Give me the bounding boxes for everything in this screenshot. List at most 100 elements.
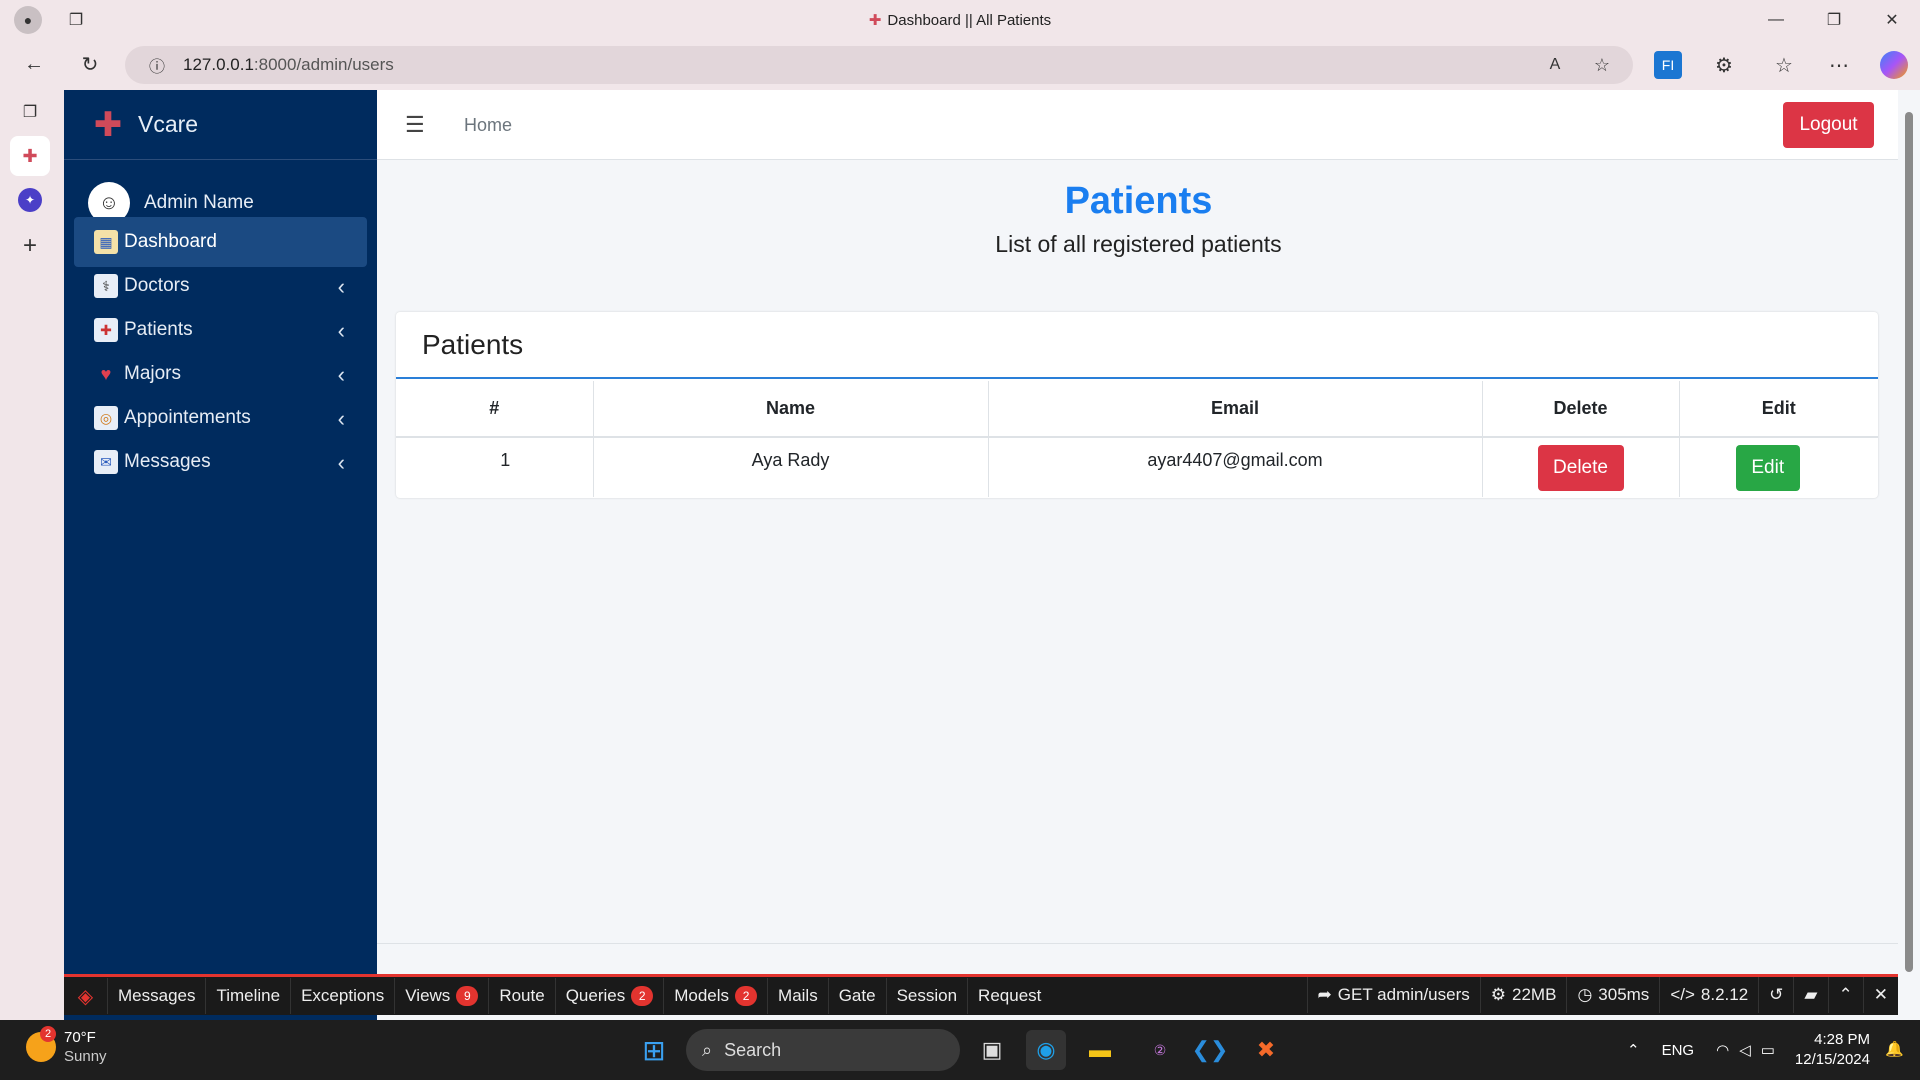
edit-button[interactable]: Edit [1735,445,1800,491]
page-scrollbar[interactable] [1898,90,1920,1020]
file-explorer-icon[interactable]: ▬ [1080,1030,1120,1070]
debug-tab-label: Route [499,986,545,1005]
debug-request-info[interactable]: ➦ GET admin/users [1306,977,1480,1013]
debug-tab-label: Timeline [216,986,281,1005]
weather-temp: 70°F [64,1029,96,1046]
debug-tab-session[interactable]: Session [887,978,969,1014]
laravel-logo-icon[interactable]: ◈ [64,978,108,1014]
search-icon: ⌕ [702,1039,713,1060]
new-tab-icon[interactable]: + [16,232,44,260]
search-label: Search [724,1039,782,1060]
site-info-icon[interactable]: ⓘ [145,53,169,77]
top-navbar: ☰ Home Logout [377,90,1900,160]
history-icon[interactable]: ↺ [1758,977,1793,1013]
wifi-icon[interactable]: ◠ [1716,1041,1729,1059]
debug-tab-messages[interactable]: Messages [108,978,207,1014]
minimize-icon[interactable]: — [1756,6,1796,34]
extensions-puzzle-icon[interactable]: ⚙ [1710,51,1738,79]
chevron-left-icon: ‹ [337,450,345,475]
browser-titlebar: ● ❐ ✚ Dashboard || All Patients — ❐ ✕ [0,0,1920,40]
close-icon[interactable]: ✕ [1872,6,1912,34]
edge-browser-icon[interactable]: ◉ [1026,1030,1066,1070]
extension-icon[interactable]: FI [1654,51,1682,79]
debug-tab-route[interactable]: Route [489,978,556,1014]
app-badge-icon[interactable]: ② [1140,1030,1180,1070]
row-number: 1 [396,437,594,497]
chevron-up-icon[interactable]: ⌃ [1627,1041,1640,1059]
folder-open-icon[interactable]: ▰ [1793,977,1827,1013]
logout-button[interactable]: Logout [1783,102,1874,148]
clock[interactable]: 4:28 PM 12/15/2024 [1795,1030,1870,1070]
clock-date: 12/15/2024 [1794,1051,1870,1068]
column-header: Delete [1482,381,1680,438]
back-icon[interactable]: ← [18,48,50,80]
brand[interactable]: ✚ Vcare [64,90,377,160]
card-title: Patients [396,312,1878,379]
debug-tab-request[interactable]: Request [968,978,1051,1014]
page-subtitle: List of all registered patients [995,231,1282,257]
page-title: Patients [1064,180,1213,222]
heart-hand-icon: ♥ [100,363,112,384]
tab-icon[interactable]: ✦ [18,188,42,212]
weather-widget[interactable]: 2 70°F Sunny [26,1026,107,1066]
table-row: 1 Aya Rady ayar4407@gmail.com Delete Edi… [396,437,1878,497]
language-indicator[interactable]: ENG [1662,1042,1695,1059]
sidebar-item-majors[interactable]: ♥ Majors ‹ [74,349,367,399]
close-icon[interactable]: ✕ [1862,977,1898,1013]
debug-tab-views[interactable]: Views 9 [395,978,490,1014]
messages-icon: ✉ [94,450,118,474]
windows-start-icon[interactable]: ⊞ [634,1030,674,1070]
debug-tab-gate[interactable]: Gate [829,978,887,1014]
restore-icon[interactable]: ❐ [1814,6,1854,34]
debug-tab-timeline[interactable]: Timeline [206,978,292,1014]
chevron-left-icon: ‹ [337,274,345,299]
favorites-icon[interactable]: ☆ [1770,51,1798,79]
chevron-left-icon: ‹ [337,362,345,387]
clock-icon: ◷ [1577,985,1593,1004]
sidebar-item-patients[interactable]: ✚ Patients ‹ [74,305,367,355]
code-icon: </> [1670,985,1695,1004]
hamburger-menu-icon[interactable]: ☰ [405,112,425,138]
debug-tab-queries[interactable]: Queries 2 [556,978,665,1014]
taskbar-search[interactable]: ⌕ Search [686,1029,960,1071]
debug-tab-models[interactable]: Models 2 [664,978,769,1014]
sidebar-item-messages[interactable]: ✉ Messages ‹ [74,437,367,487]
debugbar: ◈ Messages Timeline Exceptions Views 9 Ro… [64,974,1898,1015]
debug-tab-mails[interactable]: Mails [768,978,829,1014]
column-header: Edit [1679,381,1878,438]
copilot-icon[interactable] [1880,51,1908,79]
column-header: Email [988,381,1483,438]
user-name: Admin Name [144,192,254,213]
sidebar-item-dashboard[interactable]: ▦ Dashboard [74,217,367,267]
scrollbar-thumb[interactable] [1905,112,1913,972]
delete-button[interactable]: Delete [1537,445,1624,491]
task-view-icon[interactable]: ▣ [972,1030,1012,1070]
notification-bell-icon[interactable]: 🔔 [1885,1040,1904,1058]
sidebar-item-appointements[interactable]: ◎ Appointements ‹ [74,393,367,443]
vscode-icon[interactable]: ❮❯ [1190,1030,1230,1070]
active-tab-icon[interactable]: ✚ [10,136,50,176]
debug-php-version[interactable]: </> 8.2.12 [1659,977,1758,1013]
edit-cell: Edit [1679,437,1878,497]
reload-icon[interactable]: ↻ [74,48,106,80]
home-link[interactable]: Home [464,115,512,136]
tab-actions-icon[interactable]: ❐ [16,100,44,124]
xampp-icon[interactable]: ✖ [1246,1030,1286,1070]
debug-tab-label: Mails [778,986,818,1005]
dashboard-icon: ▦ [94,230,118,254]
volume-icon[interactable]: ◁ [1739,1041,1751,1059]
chevron-up-icon[interactable]: ⌃ [1827,977,1863,1013]
debug-tab-label: Exceptions [301,986,385,1005]
table-header-row: # Name Email Delete Edit [396,381,1878,438]
read-aloud-icon[interactable]: A [1543,53,1567,77]
address-bar[interactable]: ⓘ 127.0.0.1:8000/admin/users A ☆ [125,46,1633,84]
debug-time[interactable]: ◷ 305ms [1566,977,1659,1013]
column-header: Name [593,381,989,438]
request-label: GET admin/users [1337,985,1470,1004]
sidebar-item-doctors[interactable]: ⚕ Doctors ‹ [74,261,367,311]
favorite-star-icon[interactable]: ☆ [1590,53,1614,77]
more-icon[interactable]: ⋯ [1825,51,1853,79]
battery-icon[interactable]: ▭ [1761,1041,1775,1059]
debug-tab-exceptions[interactable]: Exceptions [291,978,396,1014]
debug-memory[interactable]: ⚙ 22MB [1479,977,1567,1013]
